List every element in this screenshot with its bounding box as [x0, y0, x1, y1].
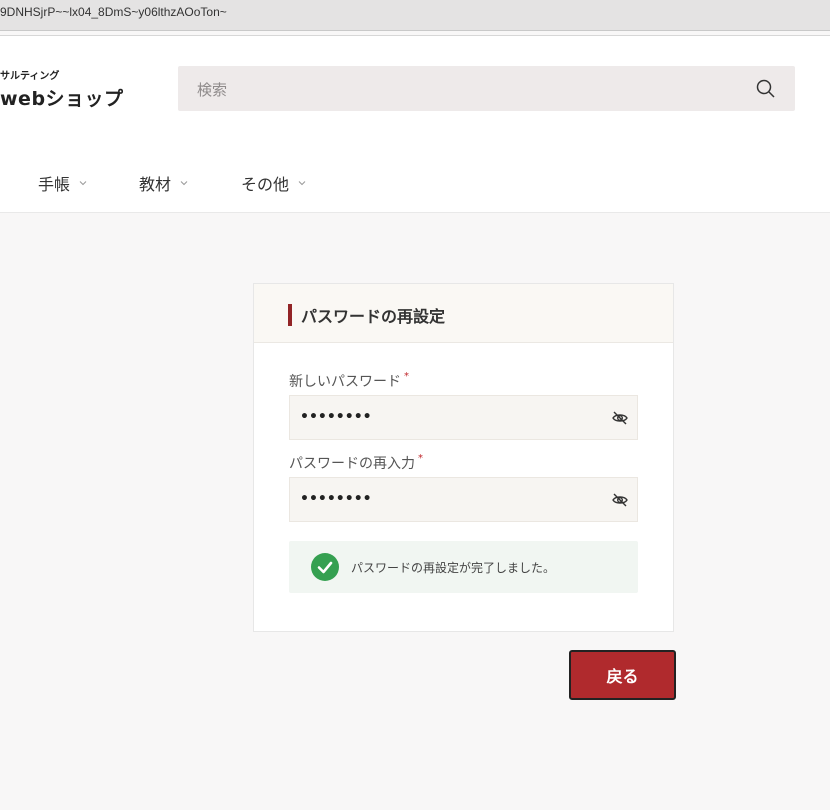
nav-item-label: 手帳 [38, 175, 71, 194]
nav-item-other[interactable]: その他 [241, 171, 307, 195]
page-title: パスワードの再設定 [301, 307, 446, 326]
password-value: •••••••• [300, 409, 372, 425]
required-mark: * [418, 453, 423, 464]
chevron-down-icon [180, 181, 188, 186]
success-message: パスワードの再設定が完了しました。 [351, 561, 556, 575]
search-input[interactable]: 検索 [197, 79, 227, 100]
card-header: パスワードの再設定 [254, 284, 673, 343]
main-nav: 手帳 教材 その他 [0, 150, 830, 213]
eye-off-icon[interactable] [611, 409, 629, 427]
address-bar[interactable]: 9DNHSjrP~~lx04_8DmS~y06lthzAOoTon~ [0, 0, 830, 31]
field-label-text: 新しいパスワード [289, 374, 401, 390]
success-alert: パスワードの再設定が完了しました。 [289, 541, 638, 593]
title-accent-bar [288, 304, 292, 326]
password-reset-card: パスワードの再設定 新しいパスワード * •••••••• パスワードの再入力 * … [253, 283, 674, 632]
eye-off-icon[interactable] [611, 491, 629, 509]
site-logo[interactable]: webショップ [0, 84, 124, 111]
nav-item-materials[interactable]: 教材 [139, 171, 189, 195]
logo-tagline: サルティング [0, 71, 60, 82]
nav-item-label: 教材 [139, 175, 172, 194]
chevron-down-icon [79, 181, 87, 186]
confirm-password-field[interactable]: •••••••• [289, 477, 638, 522]
url-text: 9DNHSjrP~~lx04_8DmS~y06lthzAOoTon~ [0, 5, 227, 19]
nav-item-label: その他 [241, 175, 290, 194]
back-button[interactable]: 戻る [569, 650, 676, 700]
check-circle-icon [311, 553, 339, 581]
password-value: •••••••• [300, 491, 372, 507]
site-header: サルティング webショップ 検索 [0, 35, 830, 151]
new-password-field[interactable]: •••••••• [289, 395, 638, 440]
new-password-label: 新しいパスワード * [289, 371, 409, 391]
field-label-text: パスワードの再入力 [289, 456, 415, 472]
nav-item-notebook[interactable]: 手帳 [38, 171, 88, 195]
search-icon[interactable] [755, 78, 777, 100]
required-mark: * [404, 371, 409, 382]
confirm-password-label: パスワードの再入力 * [289, 453, 423, 473]
search-box[interactable]: 検索 [178, 66, 795, 111]
chevron-down-icon [298, 181, 306, 186]
